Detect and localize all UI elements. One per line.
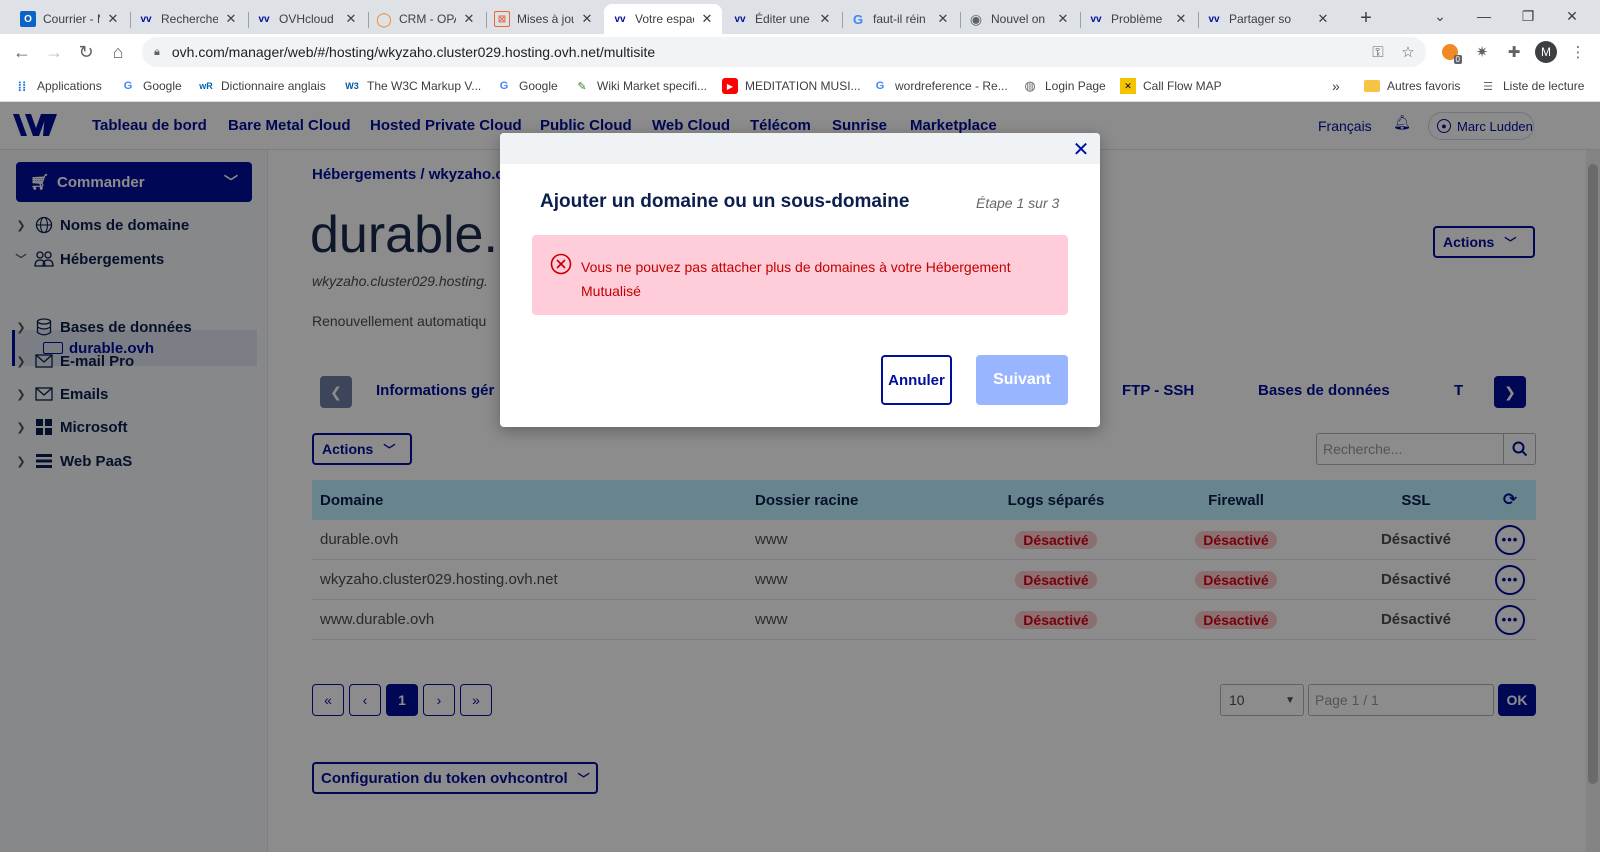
add-domain-modal: ✕ Ajouter un domaine ou un sous-domaine … (500, 133, 1100, 427)
back-icon[interactable]: ← (8, 38, 36, 66)
home-icon[interactable]: ⌂ (104, 38, 132, 66)
apps-grid-icon: ⁞⁞ (17, 78, 27, 94)
close-tab-icon[interactable]: ✕ (462, 11, 476, 27)
lock-icon: 🔒︎ (154, 45, 160, 58)
menu-kebab-icon[interactable]: ⋮ (1566, 40, 1590, 64)
tab-search-icon[interactable]: ⌄ (1418, 0, 1462, 32)
ovh-icon: vv (1208, 13, 1220, 25)
browser-tab[interactable]: vv Recherche ✕ (130, 4, 246, 34)
close-tab-icon[interactable]: ✕ (224, 11, 238, 27)
new-tab-button[interactable]: + (1352, 4, 1380, 32)
w3c-icon: W3 (345, 81, 359, 91)
bookmarks-overflow[interactable]: » (1332, 76, 1340, 96)
close-tab-icon[interactable]: ✕ (700, 11, 714, 27)
browser-tab-strip: O Courrier - Marc ✕ vv Recherche ✕ vv OV… (0, 0, 1600, 34)
browser-tab[interactable]: ⊠ Mises à jour ✕ (486, 4, 602, 34)
browser-tab-active[interactable]: vv Votre espace ✕ (604, 4, 722, 34)
close-tab-icon[interactable]: ✕ (344, 11, 358, 27)
bookmark-item[interactable]: G Google (496, 76, 558, 96)
bookmark-item[interactable]: Gwordreference - Re... (872, 76, 1008, 96)
browser-tab[interactable]: vv OVHcloud ✕ (248, 4, 366, 34)
profile-avatar[interactable]: M (1534, 40, 1558, 64)
ovh-icon: vv (1090, 13, 1102, 25)
address-bar[interactable]: 🔒︎ ovh.com/manager/web/#/hosting/wkyzaho… (142, 37, 1426, 67)
outlook-icon: O (20, 11, 36, 27)
modal-top-bar (500, 133, 1100, 164)
minimize-icon[interactable]: — (1462, 0, 1506, 32)
bookmark-item[interactable]: ⁞⁞ Applications (14, 76, 102, 96)
google-icon: G (852, 11, 864, 27)
mises-icon: ⊠ (494, 11, 510, 27)
ovh-icon: vv (140, 13, 152, 25)
error-circle-icon (550, 253, 572, 275)
browser-tab[interactable]: vv Éditer une ✕ (724, 4, 840, 34)
browser-tab[interactable]: vv Problème ✕ (1080, 4, 1196, 34)
chrome-icon: ◉ (969, 10, 983, 27)
key-icon[interactable]: ⚿ (1366, 40, 1390, 64)
error-alert: Vous ne pouvez pas attacher plus de doma… (532, 235, 1068, 315)
modal-title: Ajouter un domaine ou un sous-domaine (540, 191, 910, 212)
bookmark-item[interactable]: W3 The W3C Markup V... (344, 76, 481, 96)
close-tab-icon[interactable]: ✕ (106, 11, 120, 27)
browser-tab[interactable]: G faut-il réin ✕ (842, 4, 958, 34)
youtube-icon: ▶ (722, 78, 738, 94)
cancel-button[interactable]: Annuler (881, 355, 952, 405)
crm-icon: ◯ (376, 10, 392, 27)
bookmark-star-icon[interactable]: ☆ (1396, 40, 1420, 64)
wordreference-icon: wR (199, 81, 213, 91)
extension-icon[interactable]: 0 (1438, 40, 1462, 64)
close-tab-icon[interactable]: ✕ (1056, 11, 1070, 27)
wiki-market-icon: ✎ (577, 80, 587, 93)
bookmarks-bar: ⁞⁞ Applications G Google wR Dictionnaire an… (0, 70, 1600, 102)
ovh-icon: vv (734, 13, 746, 25)
bookmark-item[interactable]: ▶ MEDITATION MUSI... (722, 76, 861, 96)
browser-tab[interactable]: ◯ CRM - OPA ✕ (368, 4, 484, 34)
close-tab-icon[interactable]: ✕ (580, 11, 594, 27)
modal-step-indicator: Étape 1 sur 3 (976, 195, 1060, 211)
browser-tab[interactable]: vv Partager so ✕ (1198, 4, 1338, 34)
reload-icon[interactable]: ↻ (72, 38, 100, 66)
call-flow-icon: ✕ (1120, 78, 1136, 94)
google-icon: G (123, 80, 133, 92)
browser-toolbar: ← → ↻ ⌂ 🔒︎ ovh.com/manager/web/#/hosting… (0, 34, 1600, 70)
restore-icon[interactable]: ❐ (1506, 0, 1550, 32)
google-icon: G (875, 80, 885, 92)
close-tab-icon[interactable]: ✕ (936, 11, 950, 27)
other-bookmarks[interactable]: Autres favoris (1364, 76, 1460, 96)
close-tab-icon[interactable]: ✕ (1174, 11, 1188, 27)
google-icon: G (499, 80, 509, 92)
close-tab-icon[interactable]: ✕ (818, 11, 832, 27)
globe-icon: ◍ (1024, 78, 1036, 93)
bookmark-item[interactable]: G Google (120, 76, 182, 96)
next-button[interactable]: Suivant (976, 355, 1068, 405)
reading-list-icon: ☰ (1483, 80, 1493, 93)
reading-list[interactable]: ☰ Liste de lecture (1480, 76, 1584, 96)
ovh-icon: vv (614, 13, 626, 25)
ovh-manager-page: Tableau de bord Bare Metal Cloud Hosted … (0, 102, 1600, 852)
gear-extension-icon[interactable]: ✷ (1470, 40, 1494, 64)
bookmark-item[interactable]: ✎ Wiki Market specifi... (574, 76, 707, 96)
browser-tab[interactable]: O Courrier - Marc ✕ (12, 4, 128, 34)
bookmark-item[interactable]: ◍ Login Page (1022, 76, 1105, 96)
close-window-icon[interactable]: ✕ (1550, 0, 1594, 32)
ovh-icon: vv (258, 13, 270, 25)
error-message: Vous ne pouvez pas attacher plus de doma… (581, 259, 1011, 299)
puzzle-icon[interactable]: ✚ (1502, 40, 1526, 64)
folder-icon (1364, 80, 1380, 92)
bookmark-item[interactable]: ✕ Call Flow MAP (1120, 76, 1222, 96)
close-icon[interactable]: ✕ (1070, 138, 1092, 161)
browser-tab[interactable]: ◉ Nouvel on ✕ (960, 4, 1078, 34)
close-tab-icon[interactable]: ✕ (1316, 11, 1330, 27)
forward-icon[interactable]: → (40, 38, 68, 66)
bookmark-item[interactable]: wR Dictionnaire anglais (198, 76, 325, 96)
